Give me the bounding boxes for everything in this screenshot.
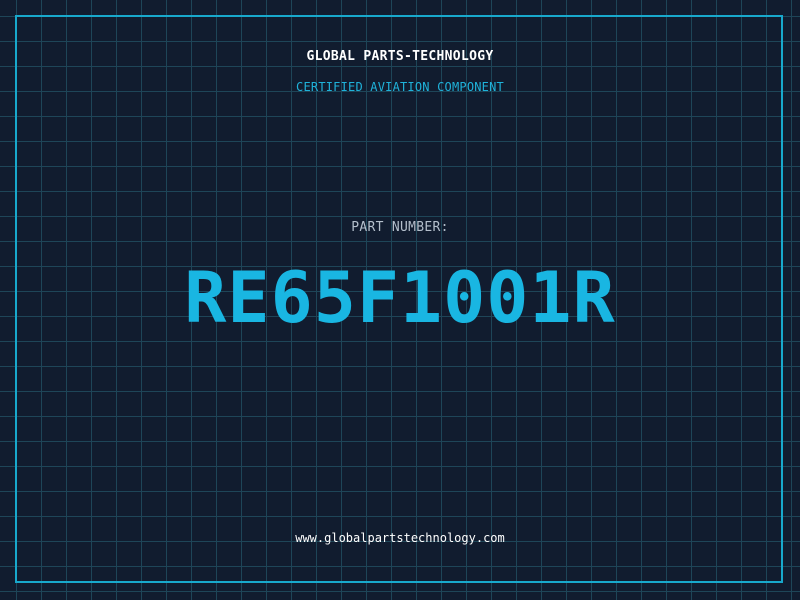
website-url: www.globalpartstechnology.com <box>295 531 505 545</box>
part-card: GLOBAL PARTS-TECHNOLOGY CERTIFIED AVIATI… <box>0 0 800 600</box>
part-number-label: PART NUMBER: <box>351 220 449 235</box>
part-number-value: RE65F1001R <box>184 257 616 339</box>
company-name: GLOBAL PARTS-TECHNOLOGY <box>306 49 494 64</box>
certification-subtitle: CERTIFIED AVIATION COMPONENT <box>296 80 504 94</box>
